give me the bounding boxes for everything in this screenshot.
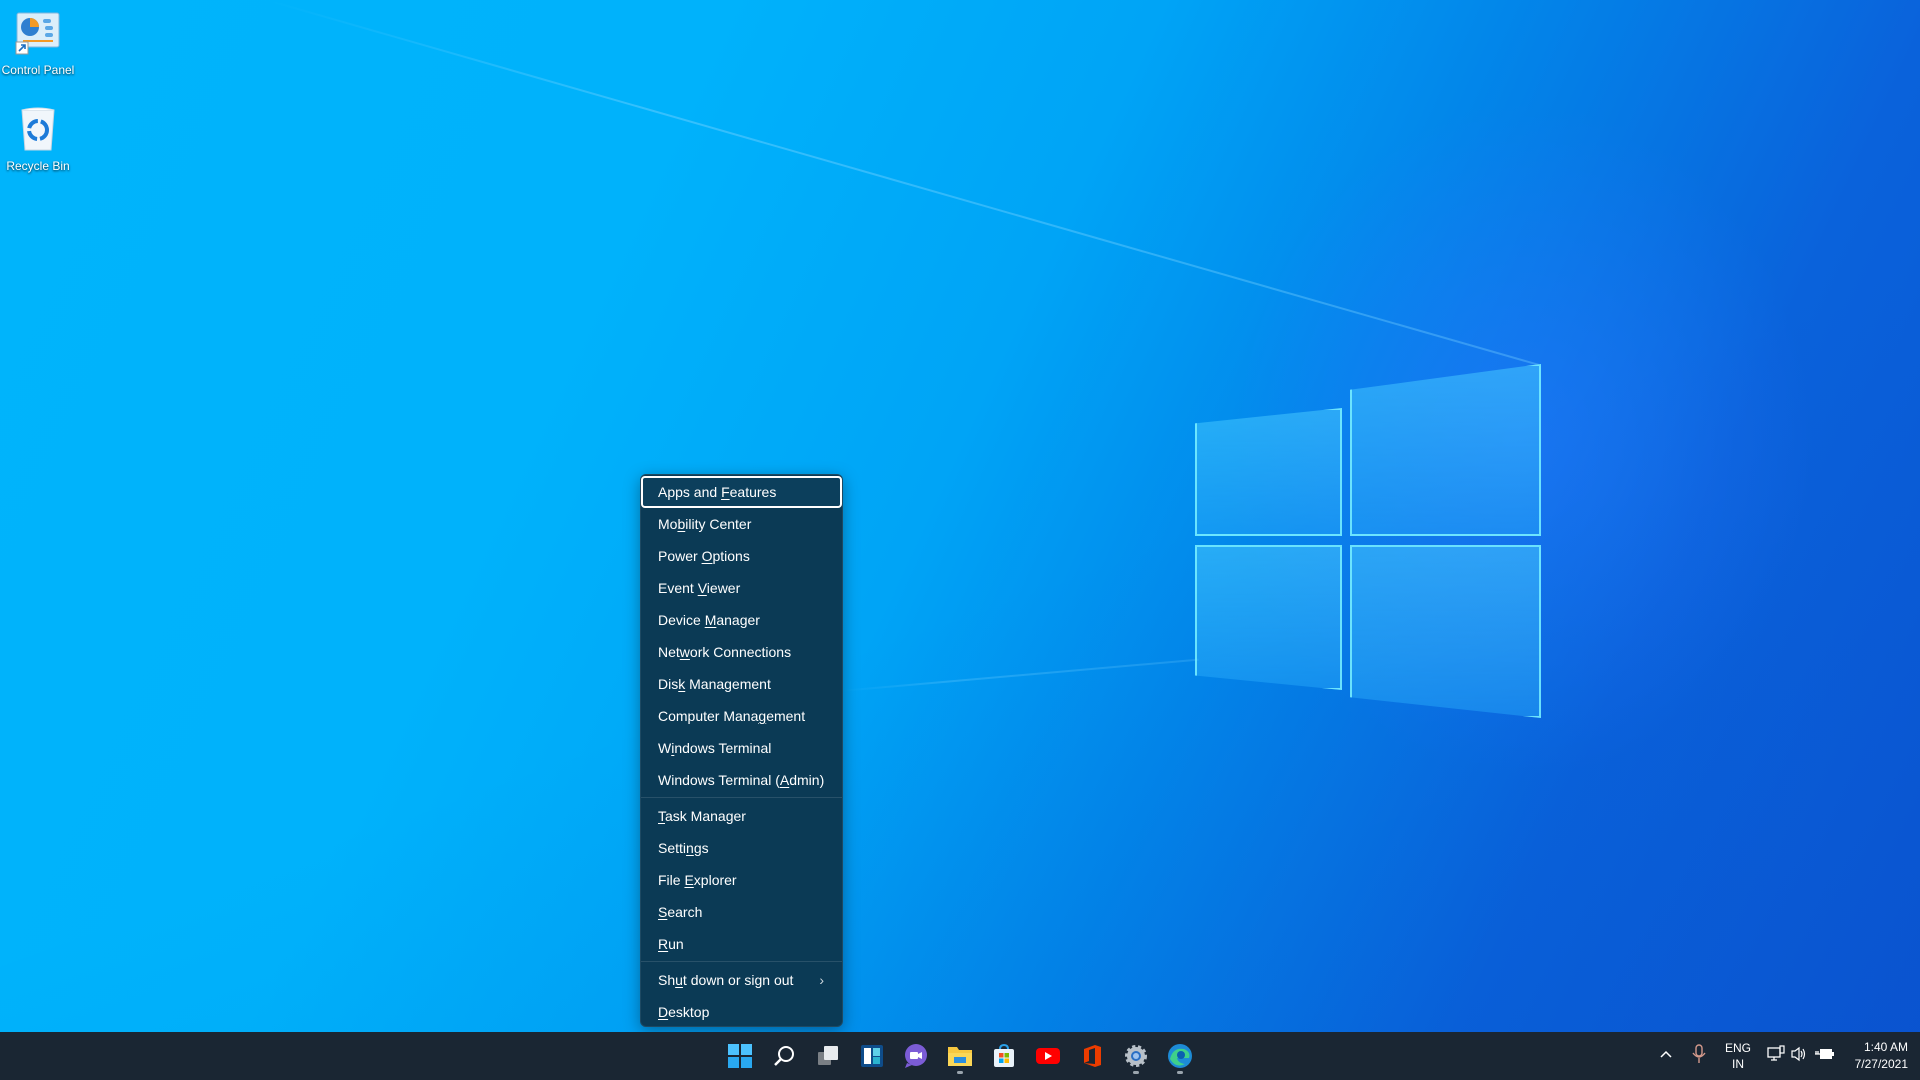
quick-link-menu: Apps and Features Mobility Center Power Op… — [640, 474, 843, 1027]
menu-item-label: Shut down or sign out — [658, 972, 794, 988]
search-icon — [774, 1046, 794, 1066]
menu-item-label: Device Manager — [658, 612, 760, 628]
running-indicator — [1177, 1071, 1183, 1074]
control-panel-icon — [15, 12, 60, 55]
task-view-icon — [818, 1046, 838, 1065]
input-language-button[interactable]: ENG IN — [1724, 1040, 1752, 1072]
desktop-icon-label: Recycle Bin — [6, 159, 70, 173]
menu-item-label: Network Connections — [658, 644, 792, 660]
logo-pane-bottom-left — [1195, 545, 1342, 690]
logo-pane-top-left — [1195, 408, 1342, 536]
menu-item-label: Run — [658, 936, 684, 952]
menu-item-label: Desktop — [658, 1004, 710, 1020]
menu-item-label: Computer Management — [658, 708, 806, 724]
menu-item-file-explorer[interactable]: File Explorer — [645, 864, 838, 896]
menu-item-label: File Explorer — [658, 872, 737, 888]
edge-button[interactable] — [1162, 1038, 1198, 1074]
teams-chat-icon — [905, 1044, 927, 1068]
youtube-icon — [1036, 1048, 1060, 1064]
language-region: IN — [1732, 1057, 1744, 1071]
menu-item-power-options[interactable]: Power Options — [645, 540, 838, 572]
task-view-button[interactable] — [810, 1038, 846, 1074]
menu-item-event-viewer[interactable]: Event Viewer — [645, 572, 838, 604]
youtube-button[interactable] — [1030, 1038, 1066, 1074]
chat-button[interactable] — [898, 1038, 934, 1074]
menu-item-label: Disk Management — [658, 676, 771, 692]
menu-item-label: Windows Terminal — [658, 740, 772, 756]
menu-item-label: Event Viewer — [658, 580, 741, 596]
windows-start-icon — [728, 1044, 752, 1068]
microphone-in-use-button[interactable] — [1692, 1044, 1706, 1067]
search-button[interactable] — [766, 1038, 802, 1074]
battery-button[interactable] — [1814, 1046, 1834, 1065]
running-indicator — [1133, 1071, 1139, 1074]
microphone-icon — [1692, 1044, 1706, 1063]
logo-pane-bottom-right — [1350, 545, 1541, 718]
menu-item-label: Task Manager — [658, 808, 746, 824]
chevron-up-icon — [1660, 1050, 1672, 1058]
desktop-icon-recycle-bin[interactable]: Recycle Bin — [0, 106, 78, 173]
office-button[interactable] — [1074, 1038, 1110, 1074]
gear-icon — [1125, 1045, 1147, 1067]
chevron-right-icon: › — [819, 972, 824, 988]
wallpaper — [0, 0, 1920, 1032]
network-icon — [1767, 1045, 1785, 1061]
language-code: ENG — [1724, 1041, 1751, 1055]
battery-charging-icon — [1815, 1049, 1834, 1059]
menu-item-computer-management[interactable]: Computer Management — [645, 700, 838, 732]
menu-item-apps-and-features[interactable]: Apps and Features — [641, 476, 842, 508]
menu-item-disk-management[interactable]: Disk Management — [645, 668, 838, 700]
store-icon — [994, 1044, 1014, 1067]
menu-item-label: Search — [658, 904, 703, 920]
menu-item-desktop[interactable]: Desktop — [645, 996, 838, 1028]
menu-item-settings[interactable]: Settings — [645, 832, 838, 864]
wallpaper-light-beam — [269, 0, 1539, 366]
office-icon — [1084, 1045, 1101, 1067]
start-button[interactable] — [722, 1038, 758, 1074]
settings-button[interactable] — [1118, 1038, 1154, 1074]
desktop-icon-label: Control Panel — [1, 63, 75, 77]
menu-item-windows-terminal-admin[interactable]: Windows Terminal (Admin) — [645, 764, 838, 796]
clock-time: 1:40 AM — [1863, 1040, 1908, 1054]
widgets-icon — [861, 1045, 883, 1067]
menu-separator — [641, 961, 842, 962]
menu-item-label: Power Options — [658, 548, 750, 564]
logo-pane-top-right — [1350, 364, 1541, 536]
folder-icon — [948, 1047, 972, 1066]
volume-button[interactable] — [1790, 1046, 1808, 1065]
menu-item-label: Apps and Features — [658, 484, 777, 500]
menu-item-windows-terminal[interactable]: Windows Terminal — [645, 732, 838, 764]
menu-item-search[interactable]: Search — [645, 896, 838, 928]
menu-item-run[interactable]: Run — [645, 928, 838, 960]
edge-icon — [1168, 1044, 1192, 1068]
menu-item-label: Windows Terminal (Admin) — [658, 772, 825, 788]
wallpaper-light-beam — [840, 658, 1199, 692]
menu-item-label: Settings — [658, 840, 709, 856]
running-indicator — [957, 1071, 963, 1074]
menu-item-task-manager[interactable]: Task Manager — [645, 800, 838, 832]
clock-date: 7/27/2021 — [1854, 1057, 1908, 1071]
menu-item-network-connections[interactable]: Network Connections — [645, 636, 838, 668]
network-button[interactable] — [1767, 1045, 1785, 1066]
menu-item-shut-down-or-sign-out[interactable]: Shut down or sign out › — [645, 964, 838, 996]
volume-icon — [1791, 1046, 1806, 1062]
taskbar: ENG IN 1:40 AM 7/27/2021 — [0, 1032, 1920, 1080]
desktop-icon-control-panel[interactable]: Control Panel — [0, 12, 78, 77]
store-button[interactable] — [986, 1038, 1022, 1074]
clock-button[interactable]: 1:40 AM 7/27/2021 — [1855, 1039, 1908, 1073]
recycle-bin-icon — [21, 107, 55, 151]
file-explorer-button[interactable] — [942, 1038, 978, 1074]
widgets-button[interactable] — [854, 1038, 890, 1074]
menu-item-mobility-center[interactable]: Mobility Center — [645, 508, 838, 540]
menu-item-device-manager[interactable]: Device Manager — [645, 604, 838, 636]
menu-separator — [641, 797, 842, 798]
menu-item-label: Mobility Center — [658, 516, 752, 532]
tray-overflow-button[interactable] — [1658, 1046, 1674, 1065]
